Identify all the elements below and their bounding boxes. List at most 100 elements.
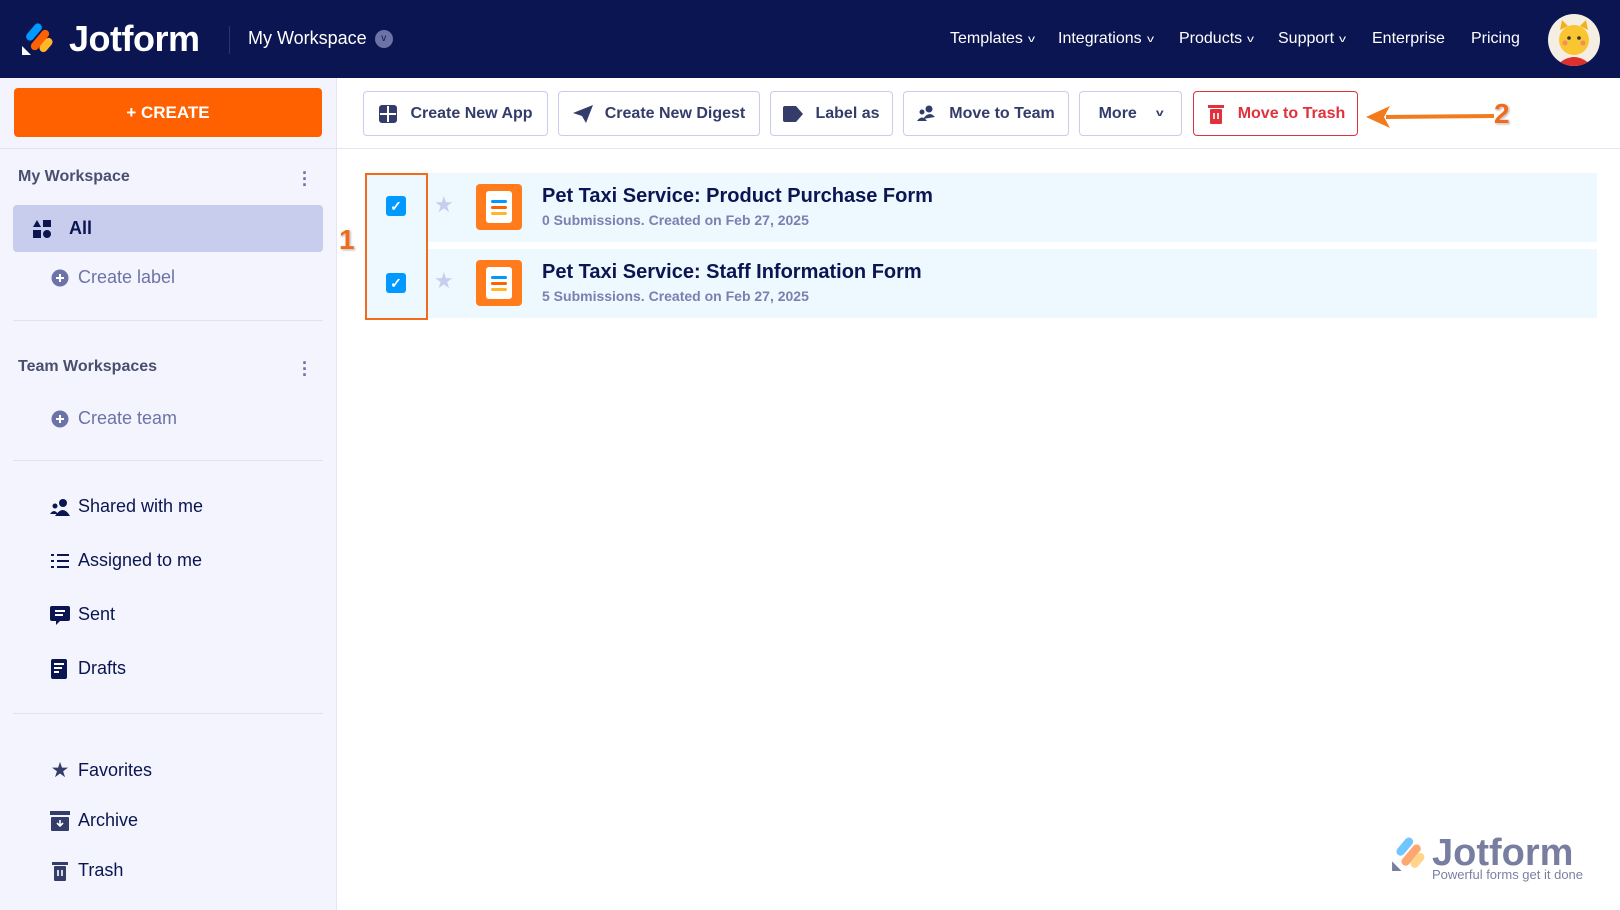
workspace-label: My Workspace: [248, 28, 367, 48]
form-checkbox[interactable]: ✓: [386, 196, 406, 216]
sidebar-item-label: Assigned to me: [78, 550, 203, 570]
button-label: Label as: [815, 104, 880, 122]
sidebar-item-drafts[interactable]: Drafts: [50, 658, 126, 679]
form-title[interactable]: Pet Taxi Service: Staff Information Form: [542, 261, 922, 284]
sidebar-item-label: Drafts: [78, 658, 127, 678]
nav-products[interactable]: Products v: [1179, 30, 1255, 48]
message-icon: [50, 605, 70, 625]
watermark-tagline: Powerful forms get it done: [1432, 867, 1584, 882]
jotform-watermark: Jotform Powerful forms get it done: [1390, 832, 1583, 882]
more-options-icon[interactable]: · · ·: [300, 354, 310, 384]
workspace-switcher[interactable]: My Workspace v: [248, 28, 393, 49]
checklist-icon: [50, 551, 70, 571]
shapes-icon: [33, 219, 51, 238]
team-move-icon: [917, 104, 937, 124]
form-icon: [476, 260, 522, 306]
divider: [13, 320, 323, 321]
paper-plane-icon: [572, 104, 593, 124]
sidebar-item-assigned[interactable]: Assigned to me: [50, 550, 202, 571]
chevron-down-icon: v: [1027, 33, 1035, 45]
trash-icon: [50, 861, 70, 881]
form-subtitle: 0 Submissions. Created on Feb 27, 2025: [542, 212, 809, 228]
jotform-logo-icon: [22, 23, 53, 55]
divider: [13, 713, 323, 714]
avatar-cat-icon: [1556, 20, 1592, 66]
divider: [0, 148, 337, 149]
sidebar-item-archive[interactable]: Archive: [50, 810, 138, 831]
label-as-button[interactable]: Label as: [770, 91, 893, 136]
sidebar-item-label: Archive: [78, 810, 139, 830]
sidebar-item-all[interactable]: All: [13, 205, 323, 252]
form-title[interactable]: Pet Taxi Service: Product Purchase Form: [542, 185, 933, 208]
nav-enterprise[interactable]: Enterprise: [1372, 30, 1445, 48]
chevron-down-icon: v: [374, 29, 393, 48]
form-checkbox[interactable]: ✓: [386, 273, 406, 293]
nav-integrations[interactable]: Integrations v: [1058, 30, 1154, 48]
button-label: Move to Team: [949, 104, 1055, 122]
form-subtitle: 5 Submissions. Created on Feb 27, 2025: [542, 288, 809, 304]
move-to-team-button[interactable]: Move to Team: [903, 91, 1069, 136]
sidebar-item-favorites[interactable]: ★ Favorites: [50, 759, 153, 782]
label-tag-icon: [783, 104, 804, 124]
button-label: Create New App: [410, 104, 533, 122]
sidebar-item-label: Create label: [78, 267, 176, 287]
header-divider: [229, 26, 230, 54]
chevron-down-icon: v: [1146, 33, 1154, 45]
annotation-step-2: 2: [1494, 98, 1510, 129]
create-team-button[interactable]: Create team: [50, 408, 177, 429]
star-icon: ★: [50, 759, 70, 782]
nav-label: Templates: [950, 30, 1023, 47]
app-grid-icon: [378, 104, 398, 124]
sidebar-item-trash[interactable]: Trash: [50, 860, 123, 881]
brand-name: Jotform: [69, 18, 200, 59]
nav-label: Pricing: [1471, 30, 1520, 47]
chevron-down-icon: v: [1247, 33, 1255, 45]
sidebar-item-label: Create team: [78, 408, 178, 428]
draft-icon: [50, 658, 70, 679]
nav-label: Enterprise: [1372, 30, 1445, 47]
sidebar-item-sent[interactable]: Sent: [50, 604, 115, 625]
toolbar-divider: [337, 148, 1620, 149]
nav-label: Products: [1179, 30, 1243, 47]
users-icon: [50, 497, 70, 517]
create-button[interactable]: + CREATE: [14, 88, 322, 137]
divider: [13, 460, 323, 461]
plus-circle-icon: [50, 268, 70, 288]
my-workspace-heading: My Workspace: [18, 168, 130, 185]
sidebar-item-label: Trash: [78, 860, 124, 880]
annotation-step-1: 1: [339, 224, 355, 255]
button-label: Move to Trash: [1237, 104, 1346, 122]
sidebar-item-label: Sent: [78, 604, 116, 624]
create-new-app-button[interactable]: Create New App: [363, 91, 548, 136]
button-label: More: [1098, 104, 1137, 122]
plus-circle-icon: [50, 409, 70, 429]
chevron-down-icon: v: [1155, 108, 1164, 119]
form-icon: [476, 184, 522, 230]
nav-label: Integrations: [1058, 30, 1142, 47]
sidebar: [0, 78, 337, 910]
button-label: Create New Digest: [604, 104, 746, 122]
sidebar-item-label: Shared with me: [78, 496, 204, 516]
nav-label: Support: [1278, 30, 1335, 47]
nav-pricing[interactable]: Pricing: [1471, 30, 1520, 48]
jotform-logo[interactable]: Jotform: [21, 18, 200, 60]
create-label-button[interactable]: Create label: [50, 267, 175, 288]
annotation-arrow: [1366, 106, 1495, 128]
trash-icon: [1206, 104, 1226, 124]
jotform-logo-icon: [1392, 836, 1425, 871]
sidebar-item-label: All: [69, 218, 93, 238]
more-dropdown[interactable]: More v: [1079, 91, 1182, 136]
create-new-digest-button[interactable]: Create New Digest: [558, 91, 760, 136]
more-options-icon[interactable]: · · ·: [300, 164, 310, 194]
chevron-down-icon: v: [1339, 33, 1347, 45]
archive-icon: [50, 810, 70, 831]
nav-templates[interactable]: Templates v: [950, 30, 1035, 48]
star-icon[interactable]: ★: [434, 268, 454, 294]
sidebar-item-shared[interactable]: Shared with me: [50, 496, 203, 517]
avatar[interactable]: [1548, 14, 1600, 66]
sidebar-item-label: Favorites: [78, 760, 153, 780]
move-to-trash-button[interactable]: Move to Trash: [1193, 91, 1358, 136]
nav-support[interactable]: Support v: [1278, 30, 1347, 48]
team-workspaces-heading: Team Workspaces: [18, 358, 158, 375]
star-icon[interactable]: ★: [434, 192, 454, 218]
